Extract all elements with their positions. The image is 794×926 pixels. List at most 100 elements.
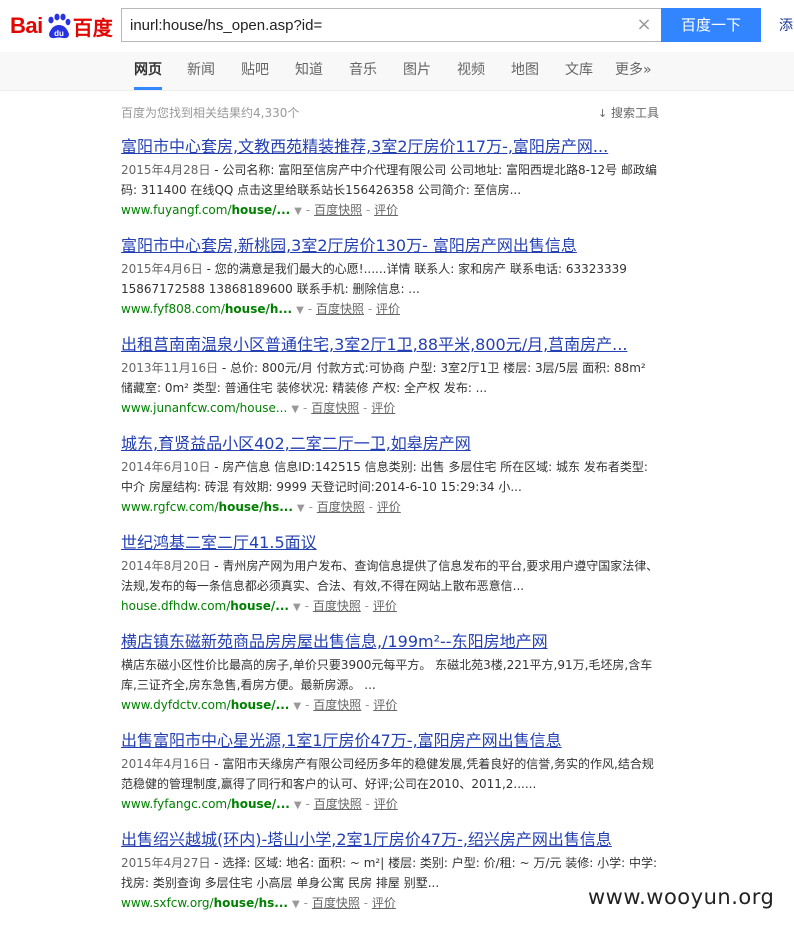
result-item: 出售绍兴越城(环内)-塔山小学,2室1厅房价47万-,绍兴房产网出售信息 2015… xyxy=(121,830,666,914)
separator: - xyxy=(364,599,369,613)
paw-icon: du xyxy=(44,12,72,40)
result-url-text: www.junanfcw.com/house... xyxy=(121,401,288,415)
separator: - xyxy=(365,698,370,712)
header: Bai du 百度 × 百度一下 添 xyxy=(0,0,794,52)
result-url-text: www.fuyangf.com/ xyxy=(121,203,232,217)
tab-images[interactable]: 图片 xyxy=(403,52,431,90)
result-url-line: www.sxfcw.org/house/hs... ▼ - 百度快照 - 评价 xyxy=(121,894,666,914)
separator: - xyxy=(365,203,371,217)
snapshot-link[interactable]: 百度快照 xyxy=(316,302,364,316)
separator: - xyxy=(363,896,369,910)
result-url[interactable]: www.fuyangf.com/house/... xyxy=(121,203,290,217)
result-title-link[interactable]: 富阳市中心套房,新桃园,3室2厅房价130万- 富阳房产网出售信息 xyxy=(121,236,666,256)
chevron-down-icon[interactable]: ▼ xyxy=(293,701,301,712)
result-url-bold: house/... xyxy=(231,797,290,811)
result-url[interactable]: www.sxfcw.org/house/hs... xyxy=(121,896,288,910)
tab-video[interactable]: 视频 xyxy=(457,52,485,90)
logo-text-baidu-cn: 百度 xyxy=(72,15,113,40)
separator: - xyxy=(363,401,368,415)
result-title-link[interactable]: 城东,育贤益品小区402,二室二厅一卫,如皋房产网 xyxy=(121,434,666,454)
search-tools[interactable]: ↓ 搜索工具 xyxy=(598,104,659,121)
snapshot-link[interactable]: 百度快照 xyxy=(312,896,360,910)
result-url-bold: house/... xyxy=(230,698,290,712)
evaluate-link[interactable]: 评价 xyxy=(376,302,400,316)
result-title-link[interactable]: 出售绍兴越城(环内)-塔山小学,2室1厅房价47万-,绍兴房产网出售信息 xyxy=(121,830,666,850)
watermark: www.wooyun.org xyxy=(588,885,775,909)
result-url-bold: house/hs... xyxy=(213,896,288,910)
result-item: 出售富阳市中心星光源,1室1厅房价47万-,富阳房产网出售信息 2014年4月16… xyxy=(121,731,666,815)
result-title-link[interactable]: 世纪鸿基二室二厅41.5面议 xyxy=(121,533,666,553)
snapshot-link[interactable]: 百度快照 xyxy=(313,599,361,613)
snapshot-link[interactable]: 百度快照 xyxy=(313,698,361,712)
result-abstract: 2014年6月10日 - 房产信息 信息ID:142515 信息类别: 出售 多… xyxy=(121,457,661,497)
result-url[interactable]: www.junanfcw.com/house... xyxy=(121,401,287,415)
add-link[interactable]: 添 xyxy=(779,15,793,35)
result-url-line: www.fyf808.com/house/h... ▼ - 百度快照 - 评价 xyxy=(121,300,666,320)
tab-news[interactable]: 新闻 xyxy=(187,52,215,90)
search-input[interactable] xyxy=(122,9,610,41)
result-title-link[interactable]: 横店镇东磁新苑商品房房屋出售信息,/199m²--东阳房地产网 xyxy=(121,632,666,652)
result-title-link[interactable]: 富阳市中心套房,文教西苑精装推荐,3室2厅房价117万-,富阳房产网... xyxy=(121,137,666,157)
separator: - xyxy=(367,302,373,316)
separator: - xyxy=(308,500,313,514)
result-url-bold: house/h... xyxy=(224,302,293,316)
result-date: 2015年4月27日 xyxy=(121,856,211,870)
evaluate-link[interactable]: 评价 xyxy=(371,401,395,415)
search-button[interactable]: 百度一下 xyxy=(661,8,761,42)
result-url[interactable]: www.fyfangc.com/house/... xyxy=(121,797,290,811)
result-url-text: house.dfhdw.com/ xyxy=(121,599,231,613)
result-item: 出租莒南南温泉小区普通住宅,3室2厅1卫,88平米,800元/月,莒南房产...… xyxy=(121,335,666,419)
tab-tieba[interactable]: 贴吧 xyxy=(241,52,269,90)
result-title-link[interactable]: 出租莒南南温泉小区普通住宅,3室2厅1卫,88平米,800元/月,莒南房产... xyxy=(121,335,666,355)
result-url-line: www.junanfcw.com/house... ▼ - 百度快照 - 评价 xyxy=(121,399,666,419)
result-abstract: 2015年4月27日 - 选择: 区域: 地名: 面积: ~ m²| 楼层: 类… xyxy=(121,853,661,893)
result-url-line: www.fuyangf.com/house/... ▼ - 百度快照 - 评价 xyxy=(121,201,666,221)
separator: - xyxy=(307,302,313,316)
chevron-down-icon[interactable]: ▼ xyxy=(297,503,305,514)
tab-webpage[interactable]: 网页 xyxy=(134,52,162,90)
evaluate-link[interactable]: 评价 xyxy=(374,797,398,811)
result-url[interactable]: house.dfhdw.com/house/... xyxy=(121,599,289,613)
chevron-down-icon[interactable]: ▼ xyxy=(291,404,299,415)
result-url[interactable]: www.fyf808.com/house/h... xyxy=(121,302,292,316)
evaluate-link[interactable]: 评价 xyxy=(372,896,396,910)
chevron-down-icon[interactable]: ▼ xyxy=(294,206,302,217)
evaluate-link[interactable]: 评价 xyxy=(373,599,397,613)
result-date: 2014年6月10日 xyxy=(121,460,211,474)
snapshot-link[interactable]: 百度快照 xyxy=(314,203,362,217)
snapshot-link[interactable]: 百度快照 xyxy=(311,401,359,415)
result-title-link[interactable]: 出售富阳市中心星光源,1室1厅房价47万-,富阳房产网出售信息 xyxy=(121,731,666,751)
nav-tabs: 网页 新闻 贴吧 知道 音乐 图片 视频 地图 文库 更多» xyxy=(0,52,794,91)
snapshot-link[interactable]: 百度快照 xyxy=(314,797,362,811)
result-url-line: www.rgfcw.com/house/hs... ▼ - 百度快照 - 评价 xyxy=(121,498,666,518)
result-date: 2015年4月28日 xyxy=(121,163,211,177)
tab-music[interactable]: 音乐 xyxy=(349,52,377,90)
result-abstract: 2014年8月20日 - 青州房产网为用户发布、查询信息提供了信息发布的平台,要… xyxy=(121,556,661,596)
result-date: 2014年4月16日 xyxy=(121,757,211,771)
snapshot-link[interactable]: 百度快照 xyxy=(317,500,365,514)
evaluate-link[interactable]: 评价 xyxy=(373,698,397,712)
result-abstract: 2015年4月6日 - 您的满意是我们最大的心愿!......详情 联系人: 家… xyxy=(121,259,661,299)
results-count: 百度为您找到相关结果约4,330个 xyxy=(121,106,300,120)
result-url[interactable]: www.rgfcw.com/house/hs... xyxy=(121,500,293,514)
result-abstract: 2013年11月16日 - 总价: 800元/月 付款方式:可协商 户型: 3室… xyxy=(121,358,661,398)
separator: - xyxy=(303,401,308,415)
chevron-down-icon[interactable]: ▼ xyxy=(296,305,304,316)
result-url[interactable]: www.dyfdctv.com/house/... xyxy=(121,698,289,712)
result-url-line: www.dyfdctv.com/house/... ▼ - 百度快照 - 评价 xyxy=(121,696,666,716)
result-url-line: house.dfhdw.com/house/... ▼ - 百度快照 - 评价 xyxy=(121,597,666,617)
baidu-logo[interactable]: Bai du 百度 xyxy=(10,8,113,44)
evaluate-link[interactable]: 评价 xyxy=(374,203,398,217)
chevron-down-icon[interactable]: ▼ xyxy=(293,602,301,613)
tab-zhidao[interactable]: 知道 xyxy=(295,52,323,90)
chevron-down-icon[interactable]: ▼ xyxy=(294,800,302,811)
tab-more[interactable]: 更多» xyxy=(615,52,652,90)
result-url-text: www.dyfdctv.com/ xyxy=(121,698,231,712)
tab-wenku[interactable]: 文库 xyxy=(565,52,593,90)
tab-map[interactable]: 地图 xyxy=(511,52,539,90)
result-date: 2013年11月16日 xyxy=(121,361,219,375)
chevron-down-icon[interactable]: ▼ xyxy=(292,899,300,910)
separator: - xyxy=(303,896,308,910)
evaluate-link[interactable]: 评价 xyxy=(377,500,401,514)
clear-icon[interactable]: × xyxy=(635,16,653,34)
